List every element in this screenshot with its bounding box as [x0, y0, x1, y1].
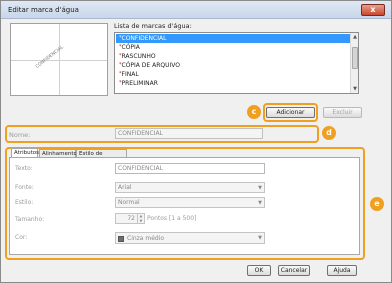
list-item[interactable]: *RASCUNHO: [116, 52, 350, 61]
text-label: Texto:: [15, 165, 33, 172]
dialog-title: Editar marca d'água: [8, 6, 79, 14]
watermark-preview: CONFIDENCIAL: [10, 23, 108, 96]
ok-button[interactable]: OK: [247, 265, 271, 276]
close-icon: x: [370, 5, 376, 14]
style-select[interactable]: Normal ▼: [115, 197, 265, 208]
size-stepper[interactable]: 72 ▲ ▼: [115, 213, 145, 224]
delete-button[interactable]: Excluir: [323, 107, 362, 118]
title-bar: Editar marca d'água x: [1, 1, 391, 19]
chevron-down-icon: ▼: [258, 235, 262, 241]
font-select[interactable]: Arial ▼: [115, 182, 265, 193]
scrollbar-thumb[interactable]: [352, 47, 358, 69]
chevron-down-icon: ▼: [258, 185, 262, 191]
name-field[interactable]: CONFIDENCIAL: [115, 128, 263, 139]
list-scrollbar[interactable]: ▲ ▼: [350, 33, 358, 93]
size-label: Tamanho:: [15, 216, 45, 223]
list-item[interactable]: *CONFIDENCIAL: [116, 34, 350, 43]
preview-watermark-text: CONFIDENCIAL: [35, 45, 65, 70]
color-swatch: [118, 235, 124, 242]
list-item[interactable]: *CÓPIA DE ARQUIVO: [116, 61, 350, 70]
edit-watermark-dialog: Editar marca d'água x CONFIDENCIAL Lista…: [0, 0, 392, 283]
watermark-list[interactable]: *CONFIDENCIAL *CÓPIA *RASCUNHO *CÓPIA DE…: [114, 32, 359, 94]
text-input[interactable]: CONFIDENCIAL: [115, 163, 265, 174]
name-label: Nome:: [9, 131, 31, 139]
style-label: Estilo:: [15, 199, 34, 206]
close-button[interactable]: x: [361, 4, 385, 16]
list-item[interactable]: *FINAL: [116, 70, 350, 79]
chevron-down-icon: ▼: [258, 200, 262, 206]
callout-c: c: [247, 105, 261, 119]
color-select[interactable]: Cinza médio ▼: [115, 232, 265, 244]
chevron-up-icon[interactable]: ▲: [351, 33, 358, 41]
stepper-arrows-icon[interactable]: ▲ ▼: [137, 214, 144, 223]
help-button[interactable]: Ajuda: [327, 265, 357, 276]
size-hint: Pontos [1 a 500]: [147, 215, 197, 222]
color-label: Cor:: [15, 234, 28, 241]
callout-e: e: [370, 197, 384, 211]
list-item[interactable]: *PRELIMINAR: [116, 79, 350, 88]
watermark-list-label: Lista de marcas d'água:: [114, 22, 192, 30]
callout-d: d: [322, 126, 336, 140]
preview-horizontal-guide: [11, 60, 107, 61]
list-item[interactable]: *CÓPIA: [116, 43, 350, 52]
font-label: Fonte:: [15, 184, 34, 191]
chevron-down-icon[interactable]: ▼: [351, 85, 358, 93]
add-button[interactable]: Adicionar: [266, 107, 315, 118]
cancel-button[interactable]: Cancelar: [278, 265, 310, 276]
